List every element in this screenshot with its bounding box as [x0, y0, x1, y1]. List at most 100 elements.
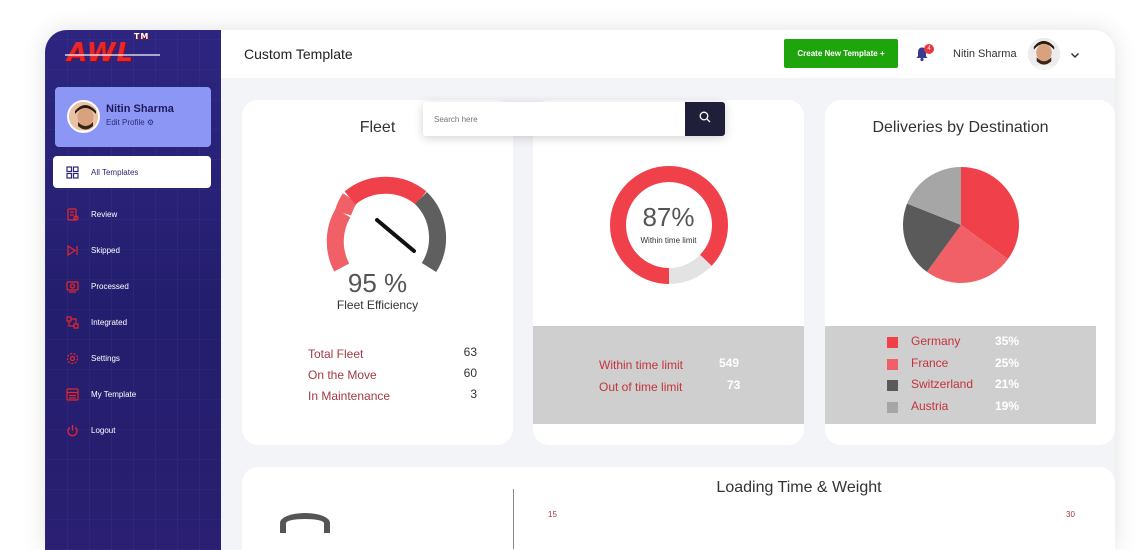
integrated-icon — [65, 315, 79, 329]
fleet-stats: Total Fleet 63 On the Move 60 In Maintenan… — [308, 345, 477, 408]
sidebar-item-processed[interactable]: Processed — [53, 268, 211, 304]
legend-swatch — [887, 337, 898, 348]
destination-title: Deliveries by Destination — [872, 119, 1049, 136]
notification-badge: 4 — [924, 44, 934, 54]
legend-label: Austria — [911, 398, 949, 413]
y-axis-left-tick: 15 — [548, 510, 557, 519]
delivery-caption: Within time limit — [640, 236, 697, 245]
legend-label: France — [911, 355, 949, 370]
sidebar-item-label: Processed — [91, 281, 129, 291]
destination-legend: Germany 35% France 25% Switzerland 21% Aust… — [887, 334, 1047, 420]
create-template-button[interactable]: Create New Template + — [784, 39, 898, 68]
sidebar-item-review[interactable]: Review — [53, 196, 211, 232]
table-row: Within time limit 549 — [599, 356, 741, 378]
loading-title: Loading Time & Weight — [716, 479, 882, 496]
sidebar-nav: All Templates Review Skipped Processed I… — [53, 156, 211, 448]
stat-label: On the Move — [308, 368, 377, 382]
stat-value: 73 — [727, 378, 741, 392]
gauge-label: Fleet Efficiency — [336, 298, 419, 312]
delivery-time-card: 87% Within time limit Within time limit 5… — [533, 100, 804, 445]
legend-item: Switzerland 21% — [887, 377, 1047, 399]
avatar[interactable] — [1028, 38, 1060, 70]
review-icon — [65, 207, 79, 221]
gauge-arc-dark — [414, 191, 447, 273]
sidebar-item-logout[interactable]: Logout — [53, 412, 211, 448]
sidebar-item-label: My Template — [91, 389, 137, 399]
grid-icon — [65, 165, 79, 179]
delivery-percent: 87% — [642, 202, 695, 232]
stat-label: Total Fleet — [308, 347, 364, 361]
y-axis-right-tick: 30 — [1066, 510, 1075, 519]
sidebar-item-label: Integrated — [91, 317, 128, 327]
edit-profile-link[interactable]: Edit Profile ⚙ — [106, 118, 154, 127]
legend-swatch — [887, 358, 898, 370]
legend-label: Germany — [911, 334, 961, 348]
profile-name: Nitin Sharma — [106, 103, 174, 115]
gauge-arc-red — [344, 176, 427, 205]
sidebar-item-label: Logout — [91, 425, 116, 435]
brand-logo[interactable]: AWLTM — [67, 32, 149, 68]
stat-value: 3 — [470, 387, 477, 401]
legend-swatch — [887, 380, 898, 391]
sidebar: AWLTM Nitin Sharma Edit Profile ⚙ All Te… — [45, 30, 221, 550]
search-icon — [699, 110, 711, 128]
stat-label: In Maintenance — [308, 389, 391, 403]
stat-label: Within time limit — [599, 358, 684, 372]
legend-percent: 25% — [995, 355, 1020, 370]
gauge-value: 95 % — [347, 268, 408, 298]
logo-stripe — [65, 54, 160, 56]
sidebar-item-skipped[interactable]: Skipped — [53, 232, 211, 268]
stat-label: Out of time limit — [599, 380, 683, 394]
stat-value: 60 — [463, 366, 477, 380]
chevron-down-icon[interactable] — [1069, 48, 1081, 60]
fleet-card: Fleet 95 % Fleet Efficiency Total Fleet 6… — [242, 100, 513, 445]
table-row: In Maintenance 3 — [308, 387, 477, 408]
loading-card: Loading Time & Weight 15 30 — [242, 467, 1115, 550]
delivery-stats: Within time limit 549 Out of time limit 73 — [599, 356, 741, 400]
sidebar-item-all-templates[interactable]: All Templates — [53, 156, 211, 188]
search-bar — [423, 102, 725, 136]
sidebar-item-settings[interactable]: Settings — [53, 340, 211, 376]
top-header: Custom Template Create New Template + 4 … — [221, 30, 1115, 78]
destination-card: Deliveries by Destination Germany 35% Fra… — [825, 100, 1115, 445]
legend-item: France 25% — [887, 356, 1047, 378]
legend-percent: 19% — [995, 398, 1020, 413]
sidebar-item-label: Review — [91, 209, 118, 219]
legend-percent: 35% — [995, 334, 1020, 348]
legend-item: Austria 19% — [887, 399, 1047, 421]
gauge-arc-light — [326, 208, 351, 272]
stat-value: 63 — [463, 345, 477, 359]
sidebar-item-label: All Templates — [91, 167, 139, 177]
search-input[interactable] — [423, 102, 685, 136]
profile-card[interactable]: Nitin Sharma Edit Profile ⚙ — [55, 87, 211, 147]
delivery-stats-panel: Within time limit 549 Out of time limit 73 — [533, 326, 804, 424]
gauge-arc-light — [334, 193, 358, 216]
skip-icon — [65, 243, 79, 257]
gauge-needle — [375, 218, 416, 253]
sidebar-item-my-template[interactable]: My Template — [53, 376, 211, 412]
destination-pie — [903, 167, 1019, 283]
app-window: AWLTM Nitin Sharma Edit Profile ⚙ All Te… — [45, 30, 1115, 550]
page-title: Custom Template — [244, 46, 353, 62]
gear-icon — [65, 351, 79, 365]
sidebar-item-integrated[interactable]: Integrated — [53, 304, 211, 340]
destination-legend-panel: Germany 35% France 25% Switzerland 21% Aust… — [825, 326, 1096, 424]
table-row: On the Move 60 — [308, 366, 477, 387]
header-user-name[interactable]: Nitin Sharma — [953, 48, 1017, 60]
sidebar-item-label: Skipped — [91, 245, 120, 255]
legend-swatch — [887, 401, 898, 413]
power-icon — [65, 423, 79, 437]
section-divider — [513, 489, 514, 549]
pie-slices — [903, 167, 1019, 283]
legend-label: Switzerland — [911, 377, 974, 391]
processed-icon — [65, 279, 79, 293]
table-row: Out of time limit 73 — [599, 378, 741, 400]
template-icon — [65, 387, 79, 401]
table-row: Total Fleet 63 — [308, 345, 477, 366]
sidebar-item-label: Settings — [91, 353, 120, 363]
avatar — [67, 100, 100, 133]
legend-percent: 21% — [995, 377, 1020, 391]
search-button[interactable] — [685, 102, 725, 136]
loading-gauge-partial — [280, 513, 330, 533]
stat-value: 549 — [719, 356, 740, 370]
